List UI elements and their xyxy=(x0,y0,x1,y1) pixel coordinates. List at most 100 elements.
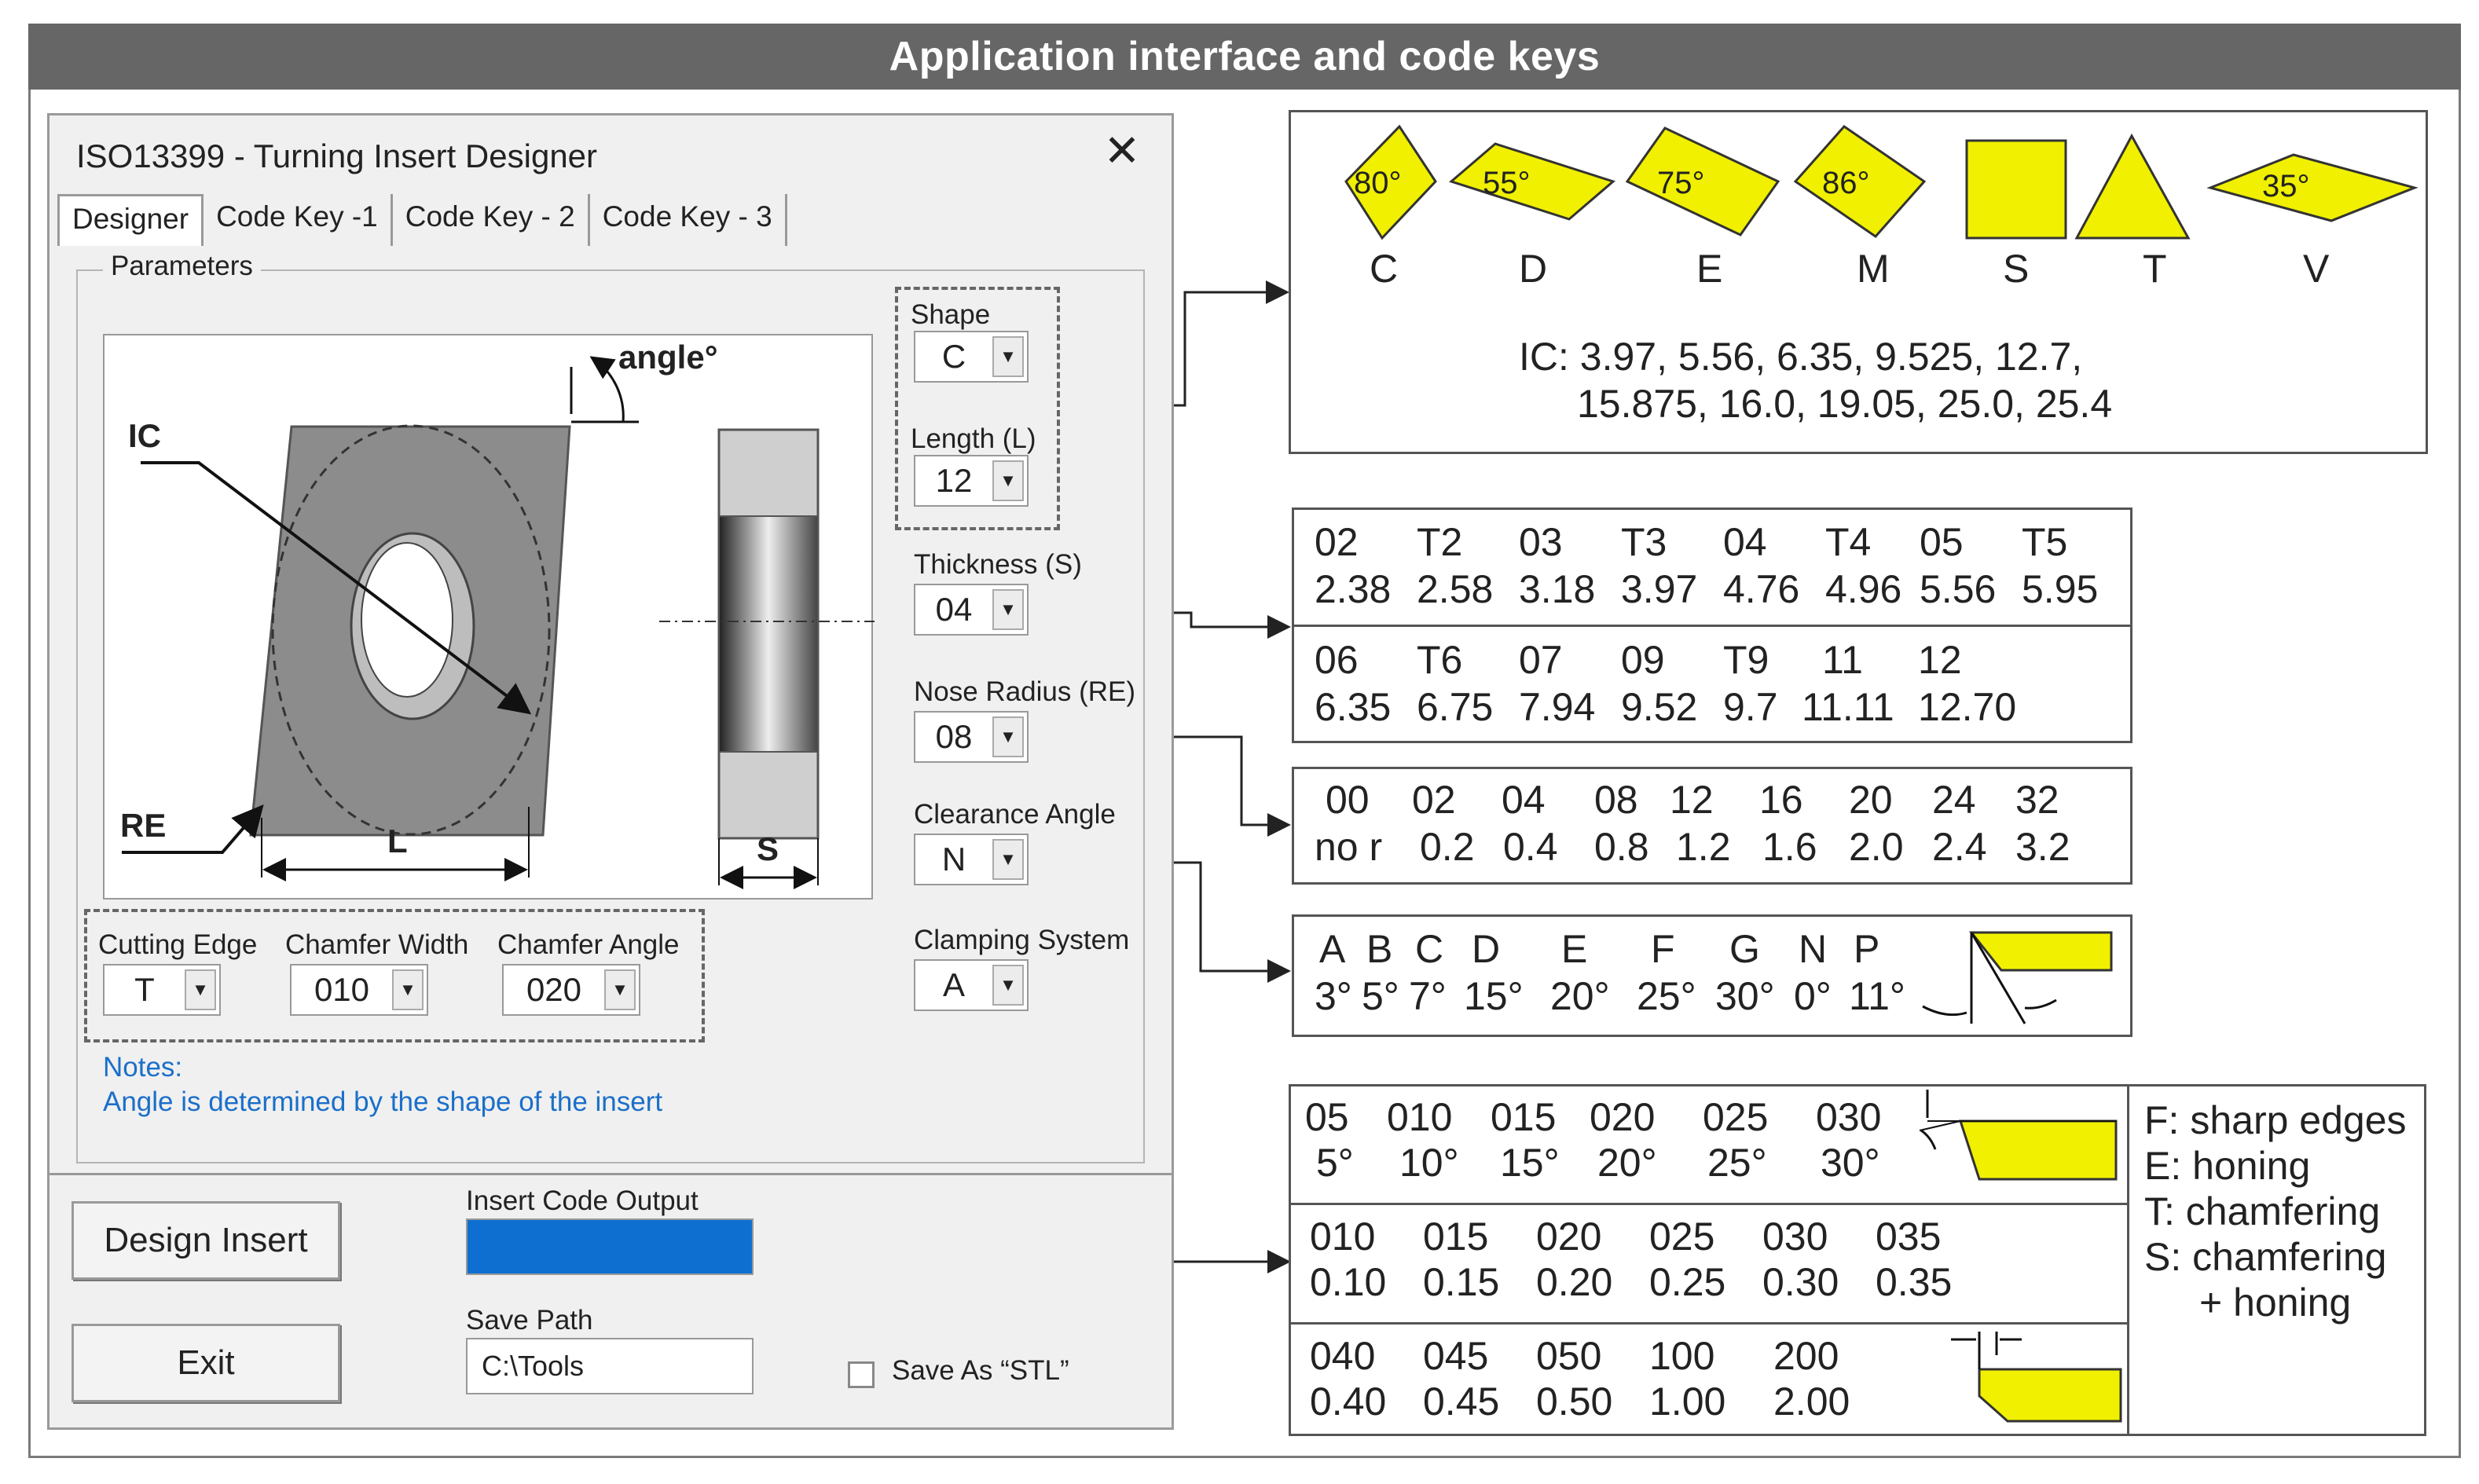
nose-radius-code: 02 xyxy=(1412,778,1456,822)
shape-m-angle: 86° xyxy=(1822,166,1870,200)
nose-radius-value: 0.8 xyxy=(1594,825,1649,869)
l-label: L xyxy=(387,823,408,859)
shape-value: C xyxy=(941,338,966,375)
chamfer-angle-select[interactable]: 020 ▼ xyxy=(502,964,640,1016)
chamfer-width-value: 010 xyxy=(314,971,370,1008)
chevron-down-icon[interactable]: ▼ xyxy=(992,839,1024,880)
clearance-code: D xyxy=(1472,927,1501,971)
tab-bar: Designer Code Key -1 Code Key - 2 Code K… xyxy=(57,194,787,246)
chamfer-angle-value: 20° xyxy=(1597,1141,1657,1185)
clearance-code: P xyxy=(1854,927,1880,971)
chevron-down-icon[interactable]: ▼ xyxy=(992,460,1024,501)
clamping-system-select[interactable]: A ▼ xyxy=(914,959,1029,1011)
length-select[interactable]: 12 ▼ xyxy=(914,455,1029,507)
chamfer-angle-diagram xyxy=(1919,1090,2118,1181)
thickness-value: 9.7 xyxy=(1723,685,1778,729)
chamfer-width-code: 035 xyxy=(1876,1215,1942,1259)
chevron-down-icon[interactable]: ▼ xyxy=(992,589,1024,630)
thickness-value: 6.35 xyxy=(1315,685,1392,729)
design-insert-button[interactable]: Design Insert xyxy=(72,1201,340,1280)
shape-c-angle: 80° xyxy=(1354,166,1402,200)
chevron-down-icon[interactable]: ▼ xyxy=(392,969,424,1010)
clearance-code: F xyxy=(1651,927,1675,971)
chevron-down-icon[interactable]: ▼ xyxy=(992,336,1024,377)
chevron-down-icon[interactable]: ▼ xyxy=(992,965,1024,1006)
thickness-code: T6 xyxy=(1417,638,1463,682)
thickness-value: 3.97 xyxy=(1621,567,1698,611)
tab-code-key-2[interactable]: Code Key - 2 xyxy=(393,194,590,246)
ic-values-line1: IC: 3.97, 5.56, 6.35, 9.525, 12.7, xyxy=(1519,335,2083,379)
thickness-code: 11 xyxy=(1822,638,1863,682)
shape-select[interactable]: C ▼ xyxy=(914,331,1029,383)
thickness-value: 9.52 xyxy=(1621,685,1698,729)
nose-radius-code: 32 xyxy=(2015,778,2059,822)
nose-radius-code: 12 xyxy=(1670,778,1714,822)
thickness-select[interactable]: 04 ▼ xyxy=(914,584,1029,636)
shape-d-angle: 55° xyxy=(1483,166,1531,200)
shape-e-angle: 75° xyxy=(1657,166,1705,200)
tab-code-key-1[interactable]: Code Key -1 xyxy=(204,194,393,246)
clearance-value: 7° xyxy=(1409,974,1447,1018)
chamfer-width-code: 045 xyxy=(1423,1334,1489,1378)
chamfer-angle-code: 020 xyxy=(1590,1095,1656,1139)
thickness-value: 5.56 xyxy=(1920,567,1997,611)
chamfer-width-select[interactable]: 010 ▼ xyxy=(290,964,428,1016)
chamfer-width-code: 020 xyxy=(1536,1215,1602,1259)
chamfer-angle-code: 030 xyxy=(1816,1095,1882,1139)
thickness-value: 7.94 xyxy=(1519,685,1596,729)
insert-drawing: angle° IC RE L S xyxy=(103,334,875,900)
thickness-code: 06 xyxy=(1315,638,1359,682)
thickness-value: 4.76 xyxy=(1723,567,1800,611)
nose-radius-code: 04 xyxy=(1502,778,1546,822)
chamfer-width-value: 0.40 xyxy=(1310,1380,1387,1424)
save-path-label: Save Path xyxy=(466,1305,593,1336)
nose-radius-code: 24 xyxy=(1932,778,1976,822)
nose-radius-value: 0.2 xyxy=(1420,825,1475,869)
chamfer-width-code: 030 xyxy=(1762,1215,1828,1259)
close-icon[interactable]: ✕ xyxy=(1095,123,1150,178)
clearance-value: 30° xyxy=(1715,974,1775,1018)
clearance-angle-diagram xyxy=(1922,931,2113,1024)
chevron-down-icon[interactable]: ▼ xyxy=(992,716,1024,757)
tab-designer[interactable]: Designer xyxy=(57,194,204,246)
nose-radius-value: no r xyxy=(1315,825,1383,869)
clearance-angle-label: Clearance Angle xyxy=(914,799,1116,830)
nose-radius-select[interactable]: 08 ▼ xyxy=(914,711,1029,763)
shape-d-code: D xyxy=(1519,247,1548,291)
shape-d-icon xyxy=(1448,142,1616,221)
clearance-angle-select[interactable]: N ▼ xyxy=(914,834,1029,885)
save-stl-label: Save As “STL” xyxy=(892,1355,1069,1386)
chamfer-angle-value: 25° xyxy=(1707,1141,1767,1185)
chamfer-width-value: 0.25 xyxy=(1649,1260,1726,1304)
clearance-angle-value: N xyxy=(941,841,966,878)
nose-radius-code: 20 xyxy=(1849,778,1893,822)
thickness-value: 3.18 xyxy=(1519,567,1596,611)
tab-code-key-3[interactable]: Code Key - 3 xyxy=(590,194,787,246)
length-label: Length (L) xyxy=(911,423,1036,454)
clearance-code: B xyxy=(1366,927,1393,971)
insert-code-output-label: Insert Code Output xyxy=(466,1185,699,1216)
chevron-down-icon[interactable]: ▼ xyxy=(185,969,216,1010)
chamfer-angle-value: 15° xyxy=(1500,1141,1560,1185)
shape-v-code: V xyxy=(2303,247,2330,291)
save-path-input[interactable]: C:\Tools xyxy=(466,1338,754,1394)
shape-v-angle: 35° xyxy=(2262,169,2310,203)
divider xyxy=(50,1173,1172,1175)
thickness-code: T4 xyxy=(1825,520,1872,564)
cutting-edge-select[interactable]: T ▼ xyxy=(103,964,221,1016)
chamfer-width-code: 040 xyxy=(1310,1334,1376,1378)
thickness-code: 07 xyxy=(1519,638,1563,682)
chevron-down-icon[interactable]: ▼ xyxy=(604,969,636,1010)
ic-label: IC xyxy=(128,417,161,454)
exit-button[interactable]: Exit xyxy=(72,1324,340,1402)
clearance-code: E xyxy=(1561,927,1588,971)
chamfer-width-value: 0.45 xyxy=(1423,1380,1500,1424)
thickness-code: 03 xyxy=(1519,520,1563,564)
edge-legend-e: E: honing xyxy=(2144,1144,2311,1188)
edge-legend-s-cont: + honing xyxy=(2199,1281,2352,1325)
save-stl-checkbox[interactable] xyxy=(848,1361,875,1388)
thickness-code: T5 xyxy=(2022,520,2068,564)
edge-legend-s: S: chamfering xyxy=(2144,1235,2387,1279)
clearance-value: 25° xyxy=(1637,974,1696,1018)
clearance-key-box: ABCD E F GNP 3° 5° 7° 15° 20° 25° 30° 0° 11° xyxy=(1292,914,2132,1037)
